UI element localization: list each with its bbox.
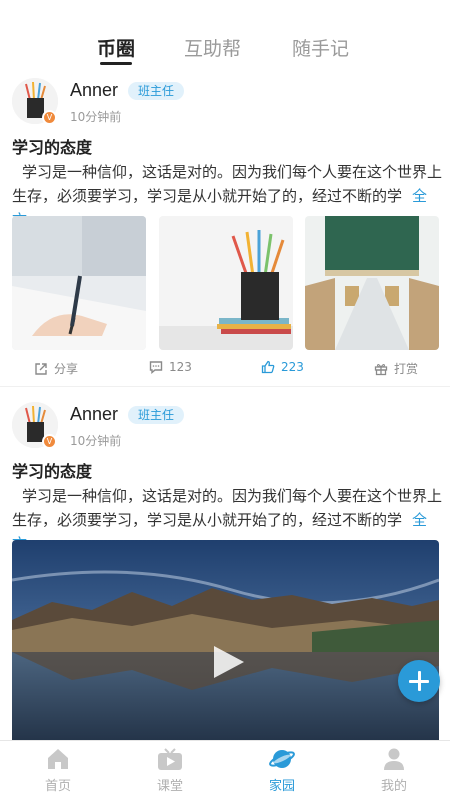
share-label: 分享 xyxy=(54,362,79,376)
post-title[interactable]: 学习的态度 xyxy=(12,134,92,158)
tv-icon xyxy=(158,748,182,770)
like-button[interactable]: 223 xyxy=(261,360,304,374)
post-image-writing[interactable] xyxy=(12,216,146,350)
home-icon xyxy=(48,749,68,769)
author-name[interactable]: Anner xyxy=(70,404,118,425)
add-post-button[interactable] xyxy=(398,660,440,702)
nav-classroom[interactable]: 课堂 xyxy=(114,747,226,794)
active-tab-indicator xyxy=(100,62,132,65)
nav-profile-label: 我的 xyxy=(380,779,407,794)
thumbs-up-icon xyxy=(261,360,275,374)
gift-icon xyxy=(374,363,388,375)
share-button[interactable]: 分享 xyxy=(34,360,78,377)
nav-home[interactable]: 首页 xyxy=(2,747,114,794)
comment-button[interactable]: 123 xyxy=(149,360,192,374)
role-badge: 班主任 xyxy=(128,82,185,100)
like-count: 223 xyxy=(281,360,304,374)
post-video[interactable] xyxy=(12,540,439,752)
planet-icon xyxy=(269,750,295,768)
tab-sui-shou-ji[interactable]: 随手记 xyxy=(292,34,349,61)
nav-homeland-label: 家园 xyxy=(268,779,295,794)
post-actions: 分享 123 223 打赏 xyxy=(0,358,450,380)
comment-icon xyxy=(149,361,163,374)
verified-badge-icon: V xyxy=(42,434,57,449)
post-time: 10分钟前 xyxy=(70,434,122,448)
verified-badge-icon: V xyxy=(42,110,57,125)
tab-bi-quan[interactable]: 币圈 xyxy=(97,34,135,61)
top-tab-bar: 币圈 互助帮 随手记 xyxy=(0,0,450,72)
nav-profile[interactable]: 我的 xyxy=(338,747,450,794)
user-icon xyxy=(384,748,404,770)
author-name[interactable]: Anner xyxy=(70,80,118,101)
post-body-text: 学习是一种信仰，这话是对的。因为我们每个人要在这个世界上生存，必须要学习，学习是… xyxy=(12,163,443,205)
role-badge: 班主任 xyxy=(128,406,185,424)
nav-home-label: 首页 xyxy=(44,779,71,794)
comment-count: 123 xyxy=(169,360,192,374)
post-image-pencils[interactable] xyxy=(159,216,293,350)
post-divider xyxy=(0,386,450,387)
reward-button[interactable]: 打赏 xyxy=(374,360,418,377)
nav-homeland[interactable]: 家园 xyxy=(226,747,338,794)
tab-hu-zhu-bang[interactable]: 互助帮 xyxy=(184,34,241,61)
bottom-navigation: 首页 课堂 家园 我的 xyxy=(0,740,450,800)
post-body-text: 学习是一种信仰，这话是对的。因为我们每个人要在这个世界上生存，必须要学习，学习是… xyxy=(12,487,443,529)
play-icon[interactable] xyxy=(210,644,246,680)
post-image-classroom[interactable] xyxy=(305,216,439,350)
post-time: 10分钟前 xyxy=(70,110,122,124)
share-icon xyxy=(35,362,47,375)
reward-label: 打赏 xyxy=(394,362,419,376)
nav-classroom-label: 课堂 xyxy=(156,779,183,794)
post-title[interactable]: 学习的态度 xyxy=(12,458,92,482)
